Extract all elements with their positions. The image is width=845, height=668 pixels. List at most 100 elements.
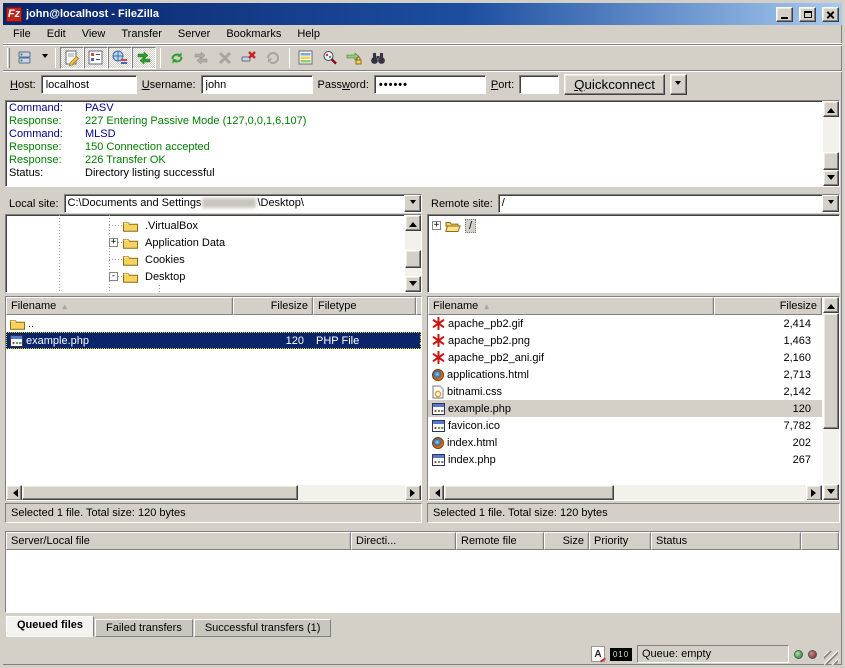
expand-icon[interactable]: + [109,238,118,247]
directory-listing-filters-button[interactable] [294,47,318,69]
scroll-down-button[interactable] [823,170,839,186]
message-log-icon [64,50,80,66]
remote-hscrollbar[interactable] [428,484,822,500]
process-queue-button[interactable] [189,47,213,69]
port-label: Port: [491,79,514,91]
username-input[interactable] [201,75,313,94]
chevron-down-icon [828,200,834,207]
column-header-server-local-file[interactable]: Server/Local file [6,532,351,550]
remote-site-combo[interactable]: / [498,194,840,213]
menu-file[interactable]: File [5,26,39,42]
splitter[interactable] [3,523,842,531]
directory-comparison-button[interactable] [318,47,342,69]
menu-edit[interactable]: Edit [39,26,74,42]
tab-failed-transfers[interactable]: Failed transfers [95,619,193,637]
scroll-up-button[interactable] [405,215,421,231]
scrollbar-thumb[interactable] [444,485,614,500]
menu-view[interactable]: View [74,26,114,42]
scrollbar-thumb[interactable] [22,485,298,500]
toolbar-grip[interactable] [7,48,10,68]
file-row[interactable]: bitnami.css 2,142 [428,383,822,400]
scroll-left-button[interactable] [428,485,444,500]
toggle-local-tree-button[interactable] [84,47,108,69]
collapse-icon[interactable]: - [109,272,118,281]
local-site-combo[interactable]: C:\Documents and Settings\Desktop\ [64,194,422,213]
scrollbar-thumb[interactable] [823,313,839,429]
tree-item-application-data[interactable]: + Application Data [6,234,404,251]
menu-transfer[interactable]: Transfer [113,26,170,42]
menu-bookmarks[interactable]: Bookmarks [218,26,289,42]
scroll-left-button[interactable] [6,485,22,501]
file-row[interactable]: apache_pb2_ani.gif 2,160 [428,349,822,366]
minimize-button[interactable] [776,7,793,22]
php-file-icon [432,454,445,466]
refresh-button[interactable] [165,47,189,69]
scrollbar-thumb[interactable] [405,250,421,268]
file-row[interactable]: index.php 267 [428,451,822,468]
scroll-up-button[interactable] [823,297,839,313]
toggle-queue-button[interactable] [132,47,156,69]
local-hscrollbar[interactable] [6,484,421,500]
column-header-filetype[interactable]: Filetype [313,297,416,315]
binary-indicator-badge[interactable]: 010 [610,648,632,661]
toggle-message-log-button[interactable] [60,47,84,69]
file-row[interactable]: apache_pb2.png 1,463 [428,332,822,349]
reconnect-button[interactable] [261,47,285,69]
file-row-example-php[interactable]: example.php 120 PHP File 1 [6,332,421,349]
disconnect-button[interactable] [237,47,261,69]
host-input[interactable] [41,75,137,94]
tree-item-cookies[interactable]: Cookies [6,251,404,268]
column-header-remote-file[interactable]: Remote file [456,532,544,550]
column-header-direction[interactable]: Directi... [351,532,456,550]
tree-item-desktop[interactable]: - Desktop [6,268,404,285]
password-input[interactable] [374,75,486,94]
scroll-right-button[interactable] [806,485,822,500]
scroll-right-button[interactable] [405,485,421,501]
close-button[interactable] [822,7,839,22]
port-input[interactable] [519,75,559,94]
tab-queued-files[interactable]: Queued files [6,616,94,637]
chevron-down-icon [42,54,48,61]
scroll-down-button[interactable] [823,484,839,500]
toggle-remote-tree-button[interactable] [108,47,132,69]
site-manager-dropdown-button[interactable] [38,47,51,69]
tree-item-root[interactable]: + / [428,217,839,234]
file-row[interactable]: index.html 202 [428,434,822,451]
remote-combo-dropdown-button[interactable] [822,195,839,212]
expand-icon[interactable]: + [432,221,441,230]
find-files-button[interactable] [366,47,390,69]
column-header-filesize[interactable]: Filesize [233,297,313,315]
queue-icon [136,50,152,66]
file-row[interactable]: applications.html 2,713 [428,366,822,383]
column-header-status[interactable]: Status [651,532,801,550]
column-header-priority[interactable]: Priority [589,532,651,550]
scrollbar-thumb[interactable] [823,152,839,170]
menu-server[interactable]: Server [170,26,218,42]
tree-item-virtualbox[interactable]: .VirtualBox [6,217,404,234]
log-scrollbar[interactable] [822,101,839,186]
quickconnect-dropdown-button[interactable] [670,74,687,95]
scroll-up-button[interactable] [823,101,839,117]
file-row-parent-dir[interactable]: .. [6,315,421,332]
file-row[interactable]: favicon.ico 7,782 [428,417,822,434]
column-header-filename[interactable]: Filename [428,297,714,315]
quickconnect-button[interactable]: Quickconnect [564,74,665,95]
ascii-data-type-icon[interactable] [591,646,605,662]
cancel-operation-button[interactable] [213,47,237,69]
local-combo-dropdown-button[interactable] [404,195,421,212]
tab-successful-transfers[interactable]: Successful transfers (1) [194,619,332,637]
scroll-down-button[interactable] [405,276,421,292]
maximize-button[interactable] [799,7,816,22]
site-manager-button[interactable] [14,47,38,69]
remote-vscrollbar[interactable] [822,297,839,500]
menu-help[interactable]: Help [289,26,328,42]
column-header-filename[interactable]: Filename [6,297,233,315]
local-tree-scrollbar[interactable] [404,215,421,292]
column-header-size[interactable]: Size [544,532,589,550]
file-row[interactable]: apache_pb2.gif 2,414 [428,315,822,332]
file-row-selected[interactable]: example.php 120 [428,400,822,417]
column-header-filesize[interactable]: Filesize [714,297,822,315]
synchronized-browsing-button[interactable] [342,47,366,69]
log-line: Status:Directory listing successful [9,167,822,180]
resize-grip-icon[interactable] [824,651,838,665]
